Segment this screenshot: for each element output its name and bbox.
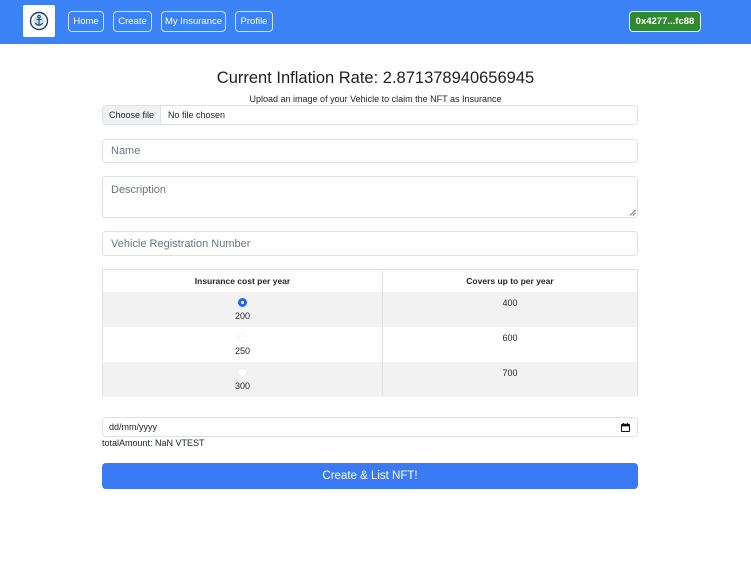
registration-number-input[interactable]: Vehicle Registration Number [102, 231, 638, 256]
description-textarea[interactable]: Description [102, 176, 638, 218]
date-placeholder: dd/mm/yyyy [109, 422, 158, 432]
name-placeholder: Name [111, 145, 141, 157]
cost-radio-300[interactable] [238, 368, 247, 377]
nav-home-button[interactable]: Home [68, 11, 104, 32]
file-status-text: No file chosen [168, 110, 226, 120]
nav-create-button[interactable]: Create [113, 11, 152, 32]
resize-handle-icon[interactable] [629, 209, 636, 216]
vehicle-image-file-input[interactable]: Choose file No file chosen [102, 105, 638, 125]
navbar: Home Create My Insurance Profile 0x4277.… [0, 0, 751, 44]
cost-value: 200 [234, 311, 251, 321]
name-input[interactable]: Name [102, 139, 638, 163]
cover-value: 700 [502, 368, 518, 378]
table-row: 300 700 [103, 362, 637, 397]
anchor-logo-icon [29, 11, 49, 31]
header-covers-up-to: Covers up to per year [466, 276, 554, 286]
nav-profile-button[interactable]: Profile [235, 11, 273, 32]
insurance-options-table: Insurance cost per year Covers up to per… [102, 269, 638, 397]
nav-my-insurance-button[interactable]: My Insurance [161, 11, 226, 32]
description-placeholder: Description [111, 184, 167, 196]
calendar-icon[interactable] [621, 423, 630, 432]
cost-value: 250 [234, 346, 251, 356]
cover-value: 400 [502, 298, 518, 308]
page-subtitle: Upload an image of your Vehicle to claim… [249, 94, 502, 104]
total-amount-text: totalAmount: NaN VTEST [102, 438, 205, 448]
table-row: 200 400 [103, 292, 637, 327]
page-title: Current Inflation Rate: 2.87137894065694… [216, 69, 535, 87]
create-list-nft-button[interactable]: Create & List NFT! [102, 463, 638, 489]
header-insurance-cost: Insurance cost per year [194, 276, 291, 286]
cost-radio-250[interactable] [238, 333, 247, 342]
cover-value: 600 [502, 333, 518, 343]
cost-radio-200[interactable] [238, 298, 247, 307]
choose-file-button[interactable]: Choose file [103, 106, 162, 124]
column-divider [382, 270, 383, 395]
registration-placeholder: Vehicle Registration Number [111, 237, 251, 250]
table-row: 250 600 [103, 327, 637, 362]
date-input[interactable]: dd/mm/yyyy [102, 417, 638, 437]
cost-value: 300 [234, 381, 251, 391]
wallet-address-button[interactable]: 0x4277...fc88 [629, 11, 701, 32]
app-logo[interactable] [23, 5, 55, 37]
